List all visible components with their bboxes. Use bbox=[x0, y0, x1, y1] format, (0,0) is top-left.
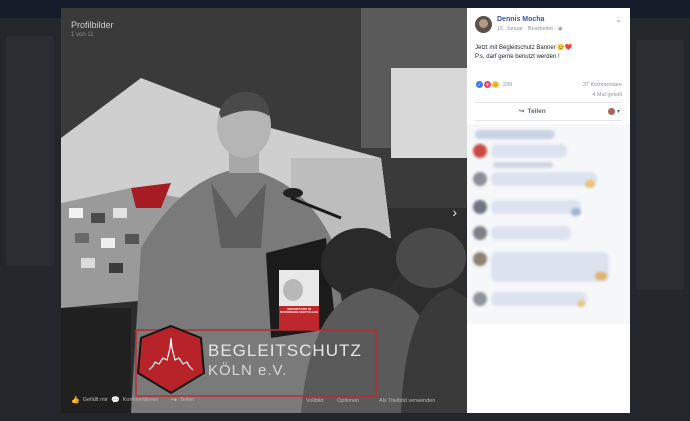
share-button[interactable]: ↪ Teilen bbox=[519, 107, 546, 116]
post-side-panel: Dennis Mocha 15. Januar · Bearbeitet · ◉… bbox=[467, 8, 630, 413]
reaction-count: 239 bbox=[503, 81, 513, 88]
like-label: Gefällt mir bbox=[82, 397, 108, 403]
blurred-comment bbox=[491, 200, 581, 214]
blurred-comment bbox=[493, 162, 553, 168]
shares-count[interactable]: 4 Mal geteilt bbox=[583, 90, 622, 100]
share-action-label: Teilen bbox=[179, 397, 195, 403]
banner-title: BEGLEITSCHUTZ bbox=[208, 341, 362, 360]
post-options-chevron-icon[interactable]: ⌄ bbox=[615, 15, 622, 24]
blurred-comment bbox=[491, 144, 567, 158]
post-edited: Bearbeitet bbox=[527, 26, 553, 32]
blurred-comment bbox=[491, 226, 571, 240]
post-text: Jetzt mit Begleitschutz Banner 😊❤️ P.s. … bbox=[475, 44, 623, 62]
audience-selector[interactable]: ▾ bbox=[607, 108, 620, 115]
blurred-comment bbox=[491, 292, 587, 306]
avatar[interactable] bbox=[475, 16, 492, 33]
blurred-emoji bbox=[577, 300, 585, 307]
share-action[interactable]: ↪ Teilen bbox=[171, 396, 194, 404]
wow-reaction-icon: o bbox=[491, 80, 500, 89]
post-meta: 15. Januar · Bearbeitet · ◉ bbox=[497, 26, 563, 32]
share-arrow-icon: ↪ bbox=[519, 108, 525, 115]
post-text-line: Jetzt mit Begleitschutz Banner 😊❤️ bbox=[475, 45, 573, 51]
ghost-column bbox=[636, 40, 684, 290]
like-action[interactable]: 👍 Gefällt mir bbox=[71, 396, 108, 404]
options-action[interactable]: Optionen bbox=[337, 398, 359, 404]
comment-icon: 💬 bbox=[111, 397, 120, 404]
chevron-down-icon: ▾ bbox=[616, 109, 620, 115]
sign-text: WIDERSTAND IN NORDRHEIN-WESTFALEN bbox=[280, 307, 318, 315]
fullscreen-action[interactable]: Vollbild bbox=[306, 398, 323, 404]
blurred-emoji bbox=[571, 208, 581, 216]
photo-viewer: BEGLEITSCHUTZ KÖLN e.V. WIDERSTAND IN NO… bbox=[61, 8, 467, 413]
set-cover-label: Als Titelbild verwenden bbox=[379, 398, 436, 404]
blurred-comment bbox=[491, 172, 597, 186]
photo-position: 1 von 11 bbox=[71, 32, 94, 38]
post-author[interactable]: Dennis Mocha bbox=[497, 16, 544, 23]
avatar bbox=[473, 292, 487, 306]
comment-label: Kommentieren bbox=[122, 397, 159, 403]
avatar bbox=[473, 144, 487, 158]
post-stats: 37 Kommentare 4 Mal geteilt bbox=[583, 80, 622, 100]
options-label: Optionen bbox=[337, 398, 360, 404]
blurred-emoji bbox=[595, 272, 607, 280]
set-cover-action[interactable]: Als Titelbild verwenden bbox=[379, 398, 435, 404]
avatar bbox=[473, 172, 487, 186]
divider bbox=[475, 120, 622, 121]
blurred-emoji bbox=[585, 180, 595, 188]
avatar bbox=[607, 108, 615, 115]
banner-subtitle: KÖLN e.V. bbox=[208, 362, 288, 379]
thumbs-up-icon: 👍 bbox=[71, 397, 80, 404]
comments-count[interactable]: 37 Kommentare bbox=[583, 80, 622, 90]
avatar bbox=[473, 200, 487, 214]
photo-bottom-bar: 👍 Gefällt mir 💬 Kommentieren ↪ Teilen Vo… bbox=[61, 389, 467, 413]
comments-section-blurred bbox=[467, 124, 630, 324]
comment-action[interactable]: 💬 Kommentieren bbox=[111, 396, 159, 404]
post-text-line: P.s. darf gerne benutzt werden ! bbox=[475, 54, 560, 60]
reactions-summary[interactable]: ✓ ♥ o 239 bbox=[475, 80, 512, 89]
globe-icon: · ◉ bbox=[554, 26, 563, 32]
ghost-column bbox=[6, 36, 54, 266]
album-title[interactable]: Profilbilder bbox=[71, 20, 114, 30]
share-button-label: Teilen bbox=[527, 107, 546, 115]
blurred-comment bbox=[475, 130, 555, 139]
avatar bbox=[473, 252, 487, 266]
share-arrow-icon: ↪ bbox=[171, 397, 177, 404]
post-date[interactable]: 15. Januar bbox=[497, 26, 523, 32]
fullscreen-label: Vollbild bbox=[306, 398, 324, 404]
avatar bbox=[473, 226, 487, 240]
blurred-comment bbox=[491, 252, 609, 282]
divider bbox=[475, 102, 622, 103]
next-photo-chevron-icon[interactable]: › bbox=[452, 204, 457, 220]
